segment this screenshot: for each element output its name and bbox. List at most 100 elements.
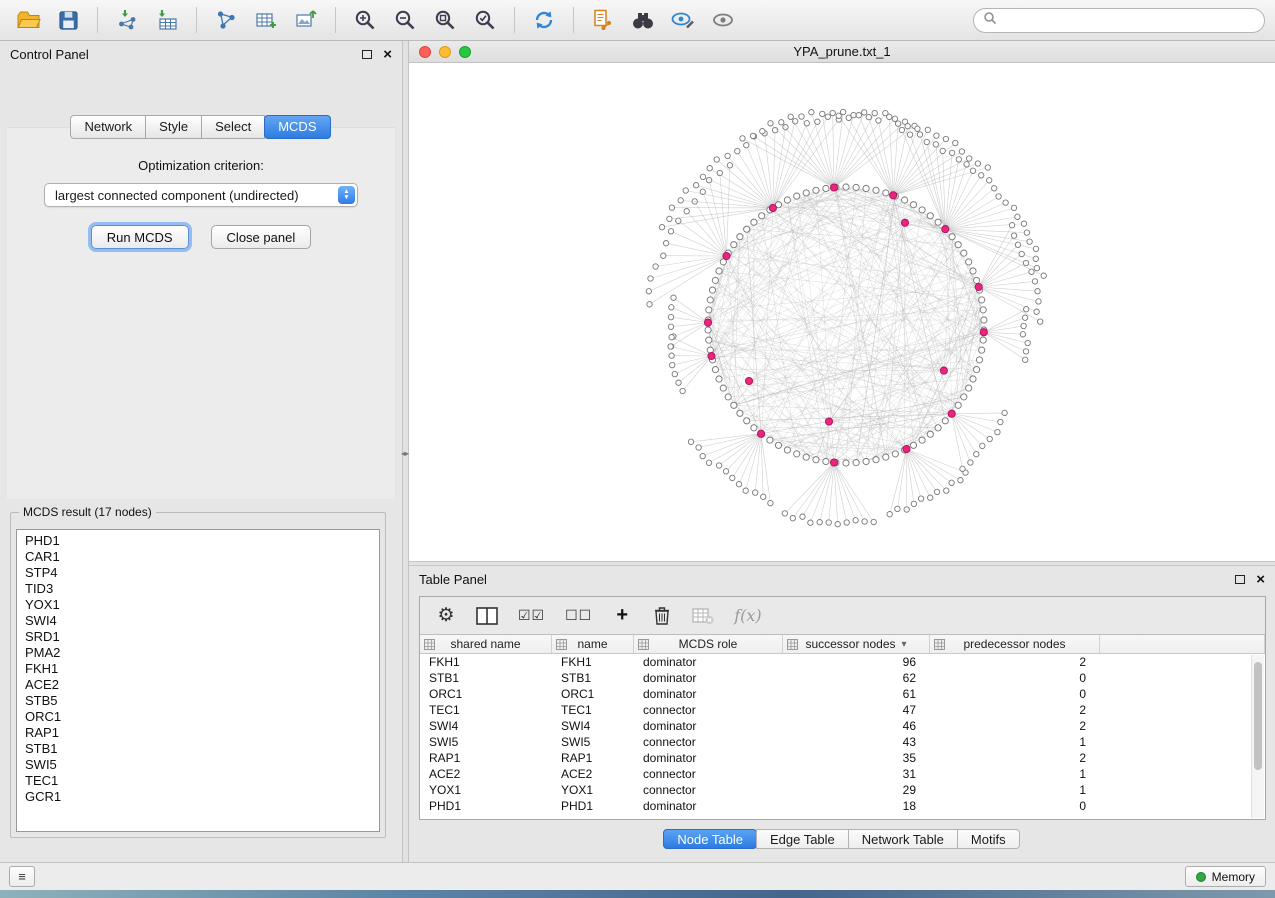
maximize-window-icon[interactable]: [459, 46, 471, 58]
toolbar-separator: [196, 7, 197, 33]
mcds-list-item[interactable]: SRD1: [17, 629, 379, 645]
mcds-list-item[interactable]: PMA2: [17, 645, 379, 661]
mcds-list-item[interactable]: STB5: [17, 693, 379, 709]
table-row[interactable]: TEC1TEC1connector472: [420, 702, 1265, 718]
mcds-list-item[interactable]: TID3: [17, 581, 379, 597]
table-row[interactable]: FKH1FKH1dominator962: [420, 654, 1265, 670]
zoom-in-button[interactable]: [347, 4, 383, 36]
tab-select[interactable]: Select: [201, 115, 265, 139]
table-settings-button[interactable]: ⚙: [436, 604, 456, 628]
mcds-list-item[interactable]: CAR1: [17, 549, 379, 565]
float-panel-icon[interactable]: [362, 50, 372, 59]
sort-caret-icon[interactable]: ▾: [902, 639, 907, 650]
column-type-icon: [638, 639, 649, 650]
mcds-list-item[interactable]: SWI5: [17, 757, 379, 773]
column-header-name[interactable]: name: [552, 635, 634, 653]
close-table-panel-icon[interactable]: ×: [1256, 575, 1265, 585]
column-header-predecessor-nodes[interactable]: predecessor nodes: [930, 635, 1100, 653]
tab-network-table[interactable]: Network Table: [848, 829, 958, 849]
table-row[interactable]: STB1STB1dominator620: [420, 670, 1265, 686]
table-scrollbar[interactable]: [1251, 655, 1264, 818]
table-row[interactable]: SWI4SWI4dominator462: [420, 718, 1265, 734]
mcds-list-item[interactable]: YOX1: [17, 597, 379, 613]
network-doc-button[interactable]: [585, 4, 621, 36]
table-cell: 31: [783, 766, 930, 782]
table-cell: SWI5: [420, 734, 552, 750]
find-button[interactable]: [625, 4, 661, 36]
mcds-list-item[interactable]: PHD1: [17, 533, 379, 549]
tab-edge-table[interactable]: Edge Table: [756, 829, 849, 849]
optimization-criterion-select[interactable]: largest connected component (undirected)…: [44, 183, 358, 207]
mcds-list-item[interactable]: SWI4: [17, 613, 379, 629]
network-canvas[interactable]: [409, 63, 1275, 560]
mcds-list-item[interactable]: STP4: [17, 565, 379, 581]
search-box[interactable]: [973, 8, 1265, 33]
export-image-button[interactable]: [288, 4, 324, 36]
table-cell: dominator: [634, 750, 783, 766]
table-row[interactable]: PHD1PHD1dominator180: [420, 798, 1265, 814]
table-row[interactable]: ORC1ORC1dominator610: [420, 686, 1265, 702]
table-cell: [1100, 782, 1265, 798]
table-cell: connector: [634, 702, 783, 718]
tab-motifs[interactable]: Motifs: [957, 829, 1020, 849]
memory-label: Memory: [1212, 870, 1255, 884]
scrollbar-thumb[interactable]: [1254, 662, 1262, 770]
new-network-button[interactable]: [208, 4, 244, 36]
delete-column-button[interactable]: [652, 604, 672, 628]
mcds-result-list[interactable]: PHD1CAR1STP4TID3YOX1SWI4SRD1PMA2FKH1ACE2…: [16, 529, 380, 832]
mcds-list-item[interactable]: FKH1: [17, 661, 379, 677]
zoom-fit-button[interactable]: [427, 4, 463, 36]
float-table-panel-icon[interactable]: [1235, 575, 1245, 584]
run-mcds-button[interactable]: Run MCDS: [91, 225, 189, 249]
table-row[interactable]: RAP1RAP1dominator352: [420, 750, 1265, 766]
zoom-selected-button[interactable]: [467, 4, 503, 36]
function-builder-button[interactable]: f(x): [734, 604, 761, 628]
tab-node-table[interactable]: Node Table: [663, 829, 757, 849]
search-input[interactable]: [1003, 13, 1255, 27]
new-table-button[interactable]: [248, 4, 284, 36]
save-button[interactable]: [50, 4, 86, 36]
delete-table-button[interactable]: [692, 604, 714, 628]
show-columns-button[interactable]: [476, 604, 498, 628]
mcds-list-item[interactable]: ACE2: [17, 677, 379, 693]
mcds-list-item[interactable]: GCR1: [17, 789, 379, 805]
panel-list-button[interactable]: ≡: [9, 866, 35, 887]
mcds-list-item[interactable]: TEC1: [17, 773, 379, 789]
table-cell: [1100, 670, 1265, 686]
memory-button[interactable]: Memory: [1185, 866, 1266, 887]
zoom-out-button[interactable]: [387, 4, 423, 36]
mcds-list-item[interactable]: RAP1: [17, 725, 379, 741]
add-column-button[interactable]: +: [612, 604, 632, 628]
annotation-toggle-button[interactable]: [665, 4, 701, 36]
table-cell: [1100, 798, 1265, 814]
tab-mcds[interactable]: MCDS: [264, 115, 330, 139]
list-icon: ≡: [18, 869, 26, 884]
close-panel-icon[interactable]: ×: [383, 50, 392, 60]
splitter-arrows-icon[interactable]: ◂▸: [401, 449, 409, 458]
tab-network[interactable]: Network: [70, 115, 146, 139]
table-panel-header: Table Panel ×: [409, 566, 1275, 593]
vertical-splitter[interactable]: ◂▸: [402, 41, 409, 862]
import-network-button[interactable]: [109, 4, 145, 36]
show-graphics-button[interactable]: [705, 4, 741, 36]
column-header-successor-nodes[interactable]: successor nodes ▾: [783, 635, 930, 653]
mcds-list-item[interactable]: ORC1: [17, 709, 379, 725]
import-network-icon: [115, 8, 139, 32]
open-file-button[interactable]: [10, 4, 46, 36]
table-row[interactable]: YOX1YOX1connector291: [420, 782, 1265, 798]
table-row[interactable]: ACE2ACE2connector311: [420, 766, 1265, 782]
refresh-button[interactable]: [526, 4, 562, 36]
column-header-mcds-role[interactable]: MCDS role: [634, 635, 783, 653]
table-cell: STB1: [552, 670, 634, 686]
column-header-filler: [1100, 635, 1265, 653]
close-panel-button[interactable]: Close panel: [211, 225, 312, 249]
minimize-window-icon[interactable]: [439, 46, 451, 58]
close-window-icon[interactable]: [419, 46, 431, 58]
tab-style[interactable]: Style: [145, 115, 202, 139]
deselect-all-columns-button[interactable]: ☐☐: [565, 604, 592, 628]
column-header-shared-name[interactable]: shared name: [420, 635, 552, 653]
mcds-list-item[interactable]: STB1: [17, 741, 379, 757]
import-table-button[interactable]: [149, 4, 185, 36]
table-row[interactable]: SWI5SWI5connector431: [420, 734, 1265, 750]
select-all-columns-button[interactable]: ☑☑: [518, 604, 545, 628]
